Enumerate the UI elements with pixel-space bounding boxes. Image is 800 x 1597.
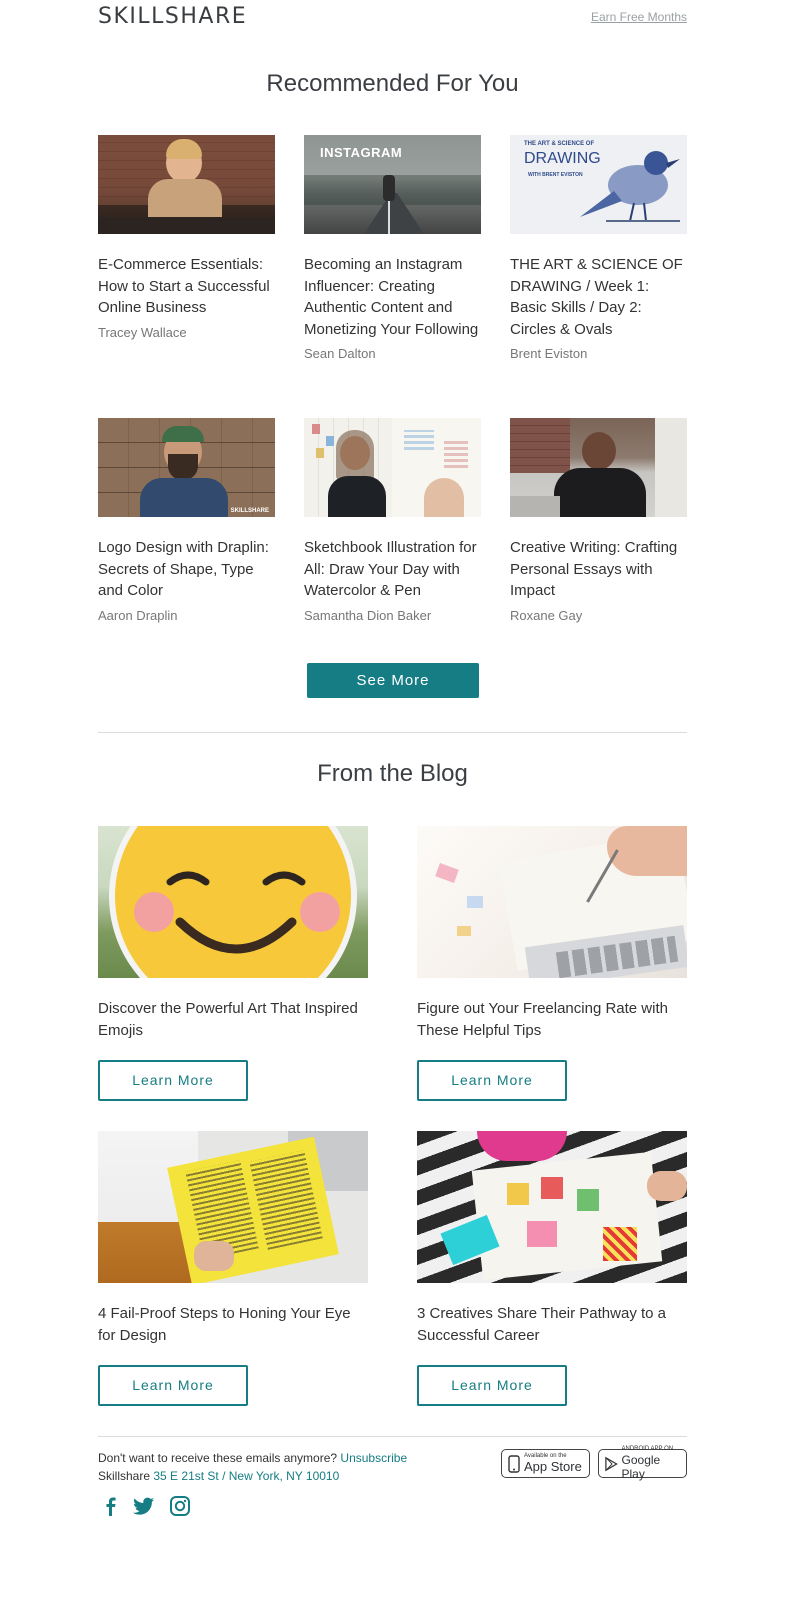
course-card[interactable]: Sketchbook Illustration for All: Draw Yo… (304, 418, 481, 623)
course-thumbnail[interactable] (304, 418, 481, 517)
course-title[interactable]: Becoming an Instagram Influencer: Creati… (304, 254, 481, 340)
instagram-icon[interactable] (169, 1495, 191, 1517)
skillshare-logo[interactable]: SKILLSHARE (98, 4, 247, 29)
course-title[interactable]: E-Commerce Essentials: How to Start a Su… (98, 254, 275, 319)
app-store-label: App Store (524, 1459, 582, 1474)
earn-free-months-link[interactable]: Earn Free Months (591, 10, 687, 24)
course-author: Brent Eviston (510, 346, 588, 361)
footer-text: Don't want to receive these emails anymo… (98, 1449, 407, 1485)
blog-post-title[interactable]: Figure out Your Freelancing Rate with Th… (417, 998, 687, 1042)
blog-image[interactable] (98, 826, 368, 978)
course-thumbnail[interactable]: INSTAGRAM (304, 135, 481, 234)
learn-more-button[interactable]: Learn More (417, 1060, 567, 1101)
course-title[interactable]: Sketchbook Illustration for All: Draw Yo… (304, 537, 481, 602)
blog-post[interactable]: 3 Creatives Share Their Pathway to a Suc… (417, 1131, 687, 1347)
course-thumbnail[interactable]: SKILLSHARE (98, 418, 275, 517)
course-author: Roxane Gay (510, 607, 583, 623)
emoji-illustration (109, 826, 357, 978)
course-thumbnail[interactable]: THE ART & SCIENCE OF DRAWING WITH BRENT … (510, 135, 687, 234)
course-title[interactable]: Logo Design with Draplin: Secrets of Sha… (98, 537, 275, 602)
address-link[interactable]: 35 E 21st St / New York, NY 10010 (153, 1469, 339, 1483)
course-title[interactable]: Creative Writing: Crafting Personal Essa… (510, 537, 687, 602)
course-thumbnail[interactable] (98, 135, 275, 234)
course-card[interactable]: SKILLSHARE Logo Design with Draplin: Sec… (98, 418, 275, 623)
course-card[interactable]: Creative Writing: Crafting Personal Essa… (510, 418, 687, 623)
blog-post[interactable]: Discover the Powerful Art That Inspired … (98, 826, 368, 1042)
blog-image[interactable] (417, 826, 687, 978)
thumbnail-watermark: SKILLSHARE (230, 508, 269, 514)
learn-more-button[interactable]: Learn More (98, 1060, 248, 1101)
google-play-badge[interactable]: ANDROID APP ON Google Play (598, 1446, 687, 1481)
blog-image[interactable] (417, 1131, 687, 1283)
facebook-icon[interactable] (100, 1495, 122, 1517)
course-author: Aaron Draplin (98, 607, 178, 623)
bird-illustration (580, 151, 680, 222)
blog-post[interactable]: 4 Fail-Proof Steps to Honing Your Eye fo… (98, 1131, 368, 1347)
thumbnail-label: INSTAGRAM (320, 145, 403, 160)
twitter-icon[interactable] (133, 1495, 155, 1517)
unsubscribe-prompt: Don't want to receive these emails anymo… (98, 1451, 338, 1465)
course-author: Tracey Wallace (98, 324, 187, 340)
blog-post[interactable]: Figure out Your Freelancing Rate with Th… (417, 826, 687, 1042)
course-author: Sean Dalton (304, 346, 376, 361)
blog-post-title[interactable]: 4 Fail-Proof Steps to Honing Your Eye fo… (98, 1303, 368, 1347)
learn-more-button[interactable]: Learn More (98, 1365, 248, 1406)
unsubscribe-link[interactable]: Unsubscribe (340, 1451, 407, 1465)
course-author: Samantha Dion Baker (304, 607, 432, 623)
company-name: Skillshare (98, 1469, 151, 1483)
recommended-heading: Recommended For You (266, 70, 519, 97)
google-play-label: Google Play (621, 1453, 661, 1481)
footer-divider (98, 1436, 687, 1437)
app-store-badge[interactable]: Available on the App Store (501, 1449, 590, 1478)
course-card[interactable]: THE ART & SCIENCE OF DRAWING WITH BRENT … (510, 135, 687, 361)
learn-more-button[interactable]: Learn More (417, 1365, 567, 1406)
course-title[interactable]: THE ART & SCIENCE OF DRAWING / Week 1: B… (510, 254, 687, 340)
google-play-small-text: ANDROID APP ON (621, 1446, 674, 1452)
google-play-icon (605, 1456, 618, 1471)
blog-heading: From the Blog (317, 760, 468, 787)
course-card[interactable]: E-Commerce Essentials: How to Start a Su… (98, 135, 275, 340)
see-more-button[interactable]: See More (307, 663, 479, 698)
blog-image[interactable] (98, 1131, 368, 1283)
blog-post-title[interactable]: Discover the Powerful Art That Inspired … (98, 998, 368, 1042)
apple-icon (508, 1454, 520, 1473)
blog-post-title[interactable]: 3 Creatives Share Their Pathway to a Suc… (417, 1303, 687, 1347)
course-card[interactable]: INSTAGRAM Becoming an Instagram Influenc… (304, 135, 481, 361)
section-divider (98, 732, 687, 733)
course-thumbnail[interactable] (510, 418, 687, 517)
